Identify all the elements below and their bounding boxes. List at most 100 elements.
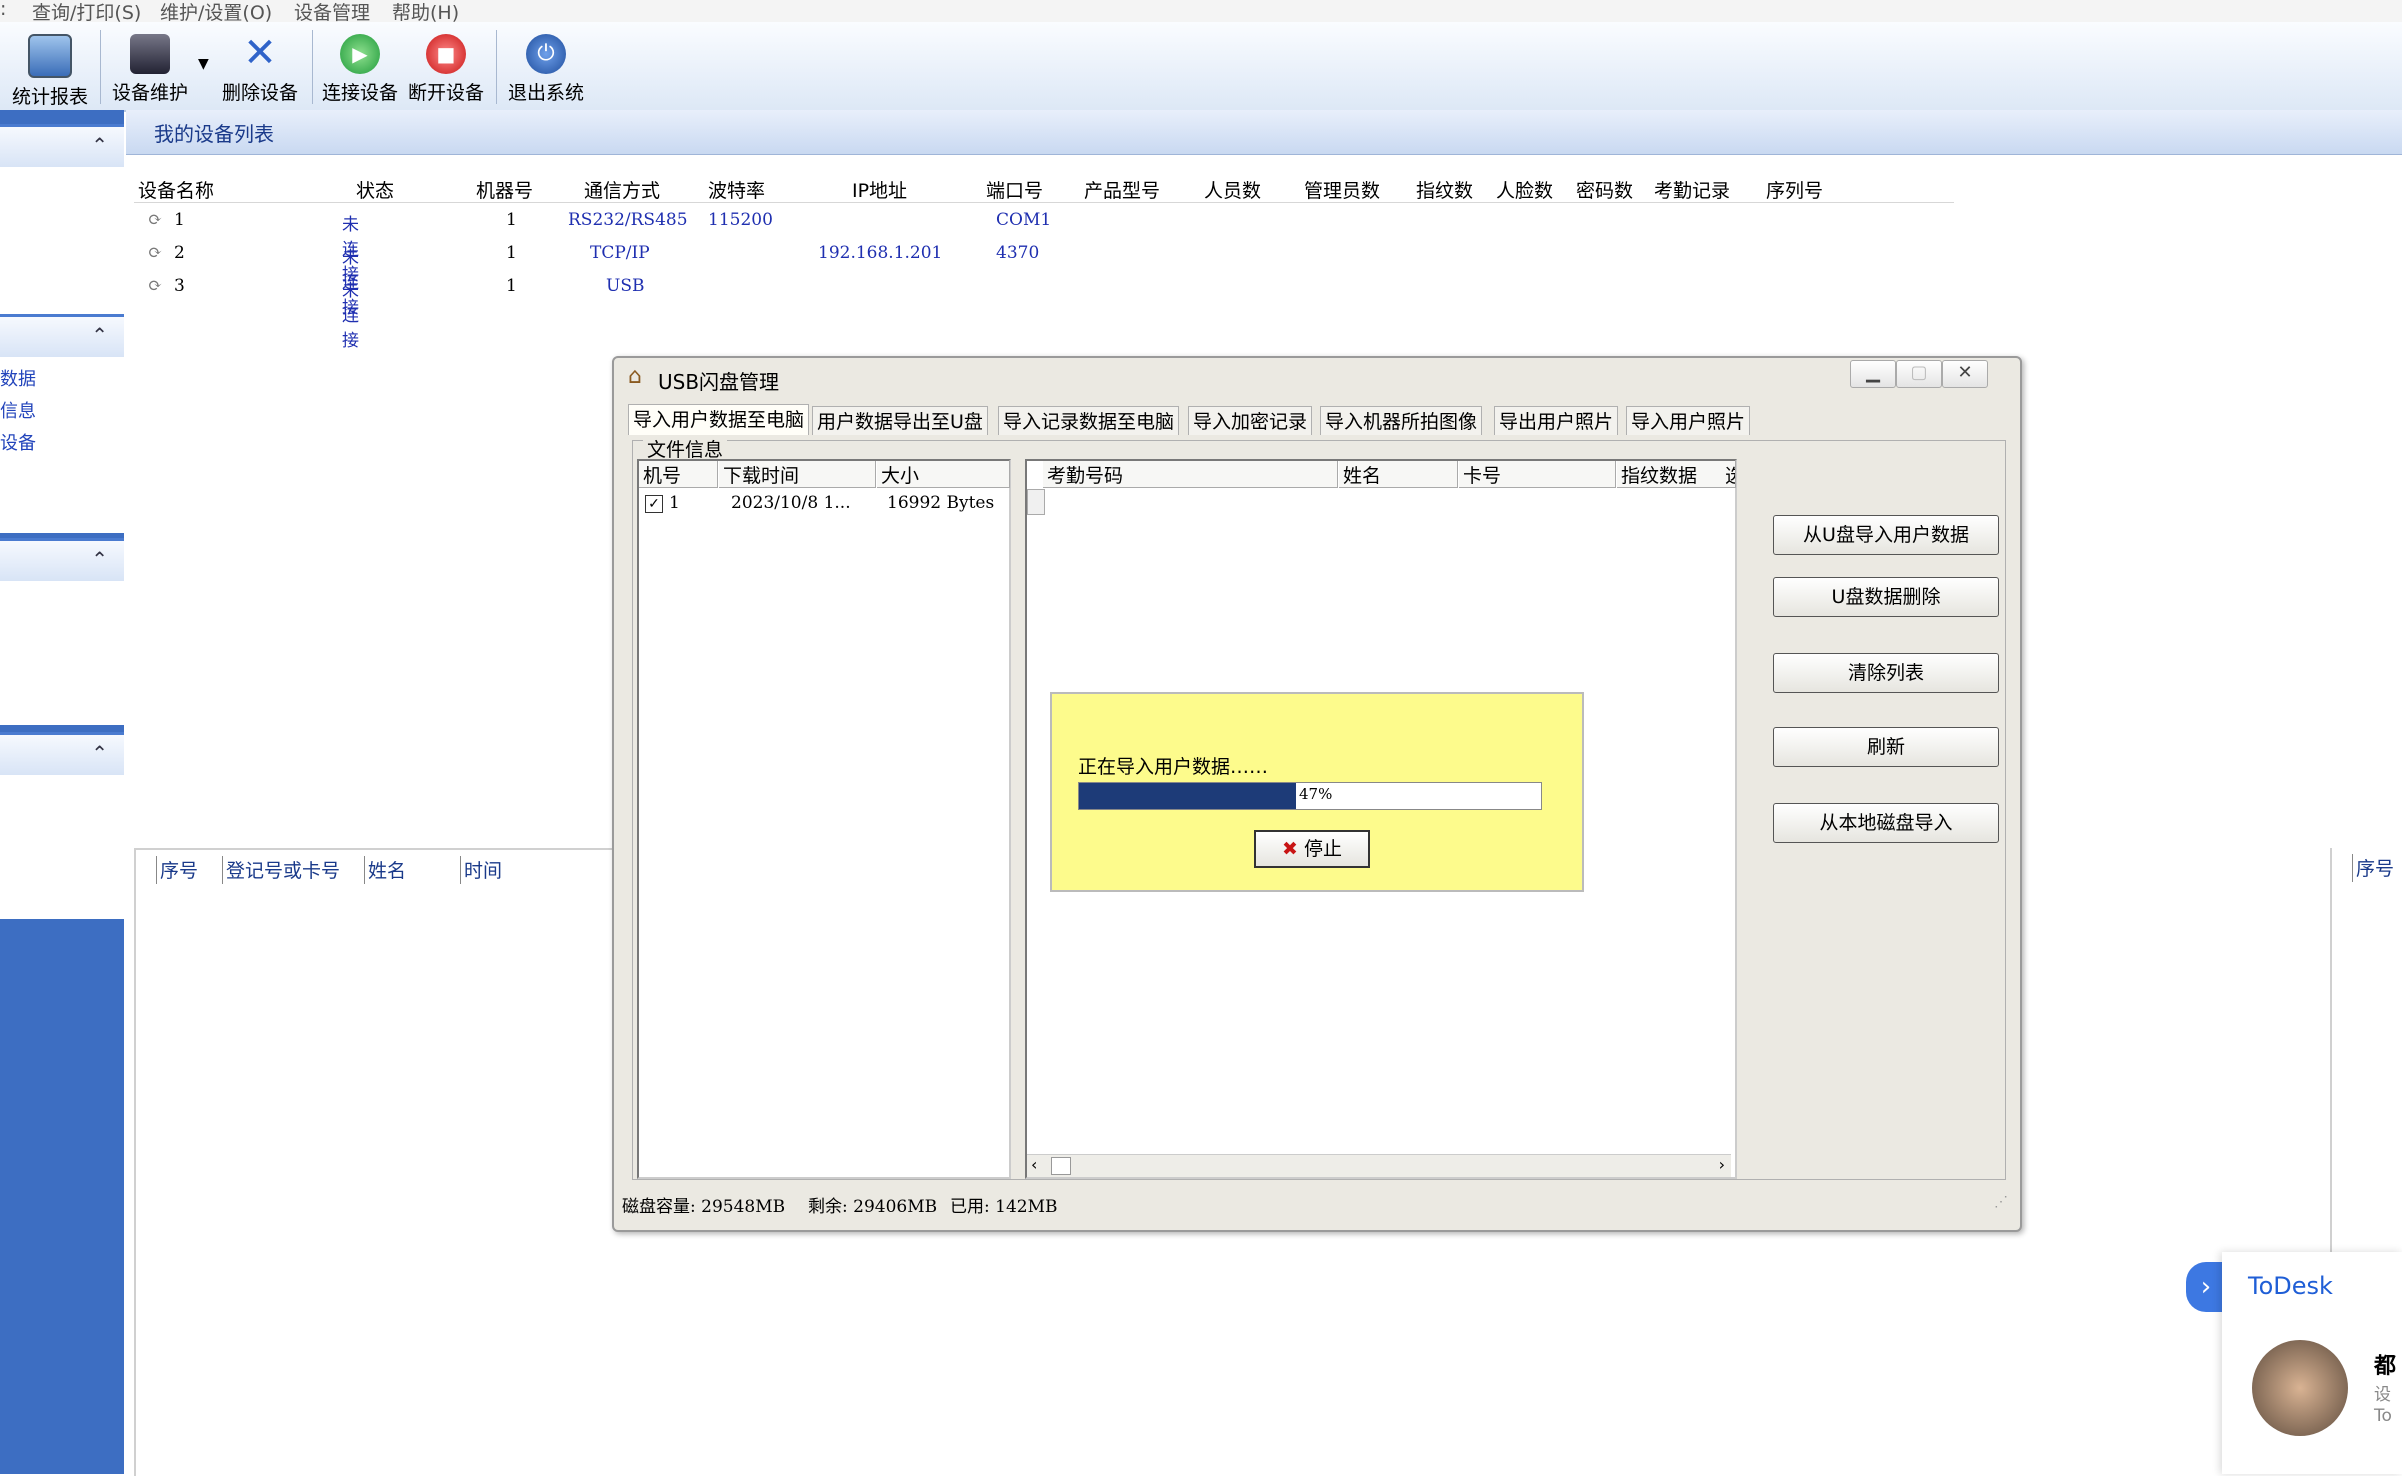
left-link-info[interactable]: 信息 bbox=[0, 397, 36, 423]
col-status[interactable]: 状态 bbox=[356, 176, 394, 203]
disconnect-device-button[interactable]: ■ 断开设备 bbox=[400, 30, 492, 108]
col-fingerprints[interactable]: 指纹数 bbox=[1416, 176, 1473, 203]
delete-usb-data-button[interactable]: U盘数据删除 bbox=[1773, 577, 1999, 617]
col-fingerprint-data[interactable]: 指纹数据 bbox=[1617, 461, 1722, 488]
device-port: COM1 bbox=[996, 210, 1052, 230]
tab-import-encrypted[interactable]: 导入加密记录 bbox=[1188, 406, 1313, 435]
toolbar-separator bbox=[496, 30, 497, 104]
resize-grip-icon[interactable]: ⋰ bbox=[1994, 1194, 2008, 1210]
col-size[interactable]: 大小 bbox=[877, 461, 1010, 488]
col-faces[interactable]: 人脸数 bbox=[1496, 176, 1553, 203]
stop-button[interactable]: ✖ 停止 bbox=[1254, 830, 1370, 868]
todesk-line1: 设 bbox=[2374, 1385, 2391, 1405]
scroll-right-icon[interactable]: › bbox=[1719, 1155, 1725, 1174]
report-icon bbox=[28, 34, 72, 78]
report-label: 统计报表 bbox=[11, 86, 88, 108]
todesk-line2: To bbox=[2374, 1406, 2392, 1426]
chevron-up-icon[interactable]: ⌃ bbox=[91, 547, 108, 571]
col-reg-card[interactable]: 登记号或卡号 bbox=[222, 856, 340, 884]
panel-header-4[interactable]: ⌃ bbox=[0, 732, 124, 775]
device-comm: USB bbox=[606, 276, 645, 296]
stop-x-icon: ✖ bbox=[1282, 838, 1298, 860]
chevron-up-icon[interactable]: ⌃ bbox=[91, 133, 108, 157]
import-local-disk-button[interactable]: 从本地磁盘导入 bbox=[1773, 803, 1999, 843]
col-username[interactable]: 姓名 bbox=[364, 856, 406, 884]
row-selector[interactable] bbox=[1027, 489, 1045, 515]
dialog-title-bar: ⌂ USB闪盘管理 ▁ ▢ ✕ bbox=[614, 358, 2020, 398]
report-button[interactable]: 统计报表 bbox=[4, 30, 96, 108]
col-admins[interactable]: 管理员数 bbox=[1304, 176, 1380, 203]
minimize-button[interactable]: ▁ bbox=[1850, 360, 1896, 388]
import-from-usb-button[interactable]: 从U盘导入用户数据 bbox=[1773, 515, 1999, 555]
panel-section-3 bbox=[0, 581, 124, 725]
dialog-title: USB闪盘管理 bbox=[658, 370, 780, 394]
progress-popup: 正在导入用户数据…… 47% ✖ 停止 bbox=[1050, 692, 1584, 892]
col-name[interactable]: 姓名 bbox=[1339, 461, 1458, 488]
tab-import-images[interactable]: 导入机器所拍图像 bbox=[1320, 406, 1483, 435]
checkbox[interactable]: ✓ bbox=[645, 495, 663, 513]
scroll-left-icon[interactable]: ‹ bbox=[1031, 1155, 1037, 1174]
toolbar: 统计报表 设备维护 ▼ ✕ 删除设备 ▶ 连接设备 ■ 断开设备 ⏻ 退出系统 bbox=[0, 22, 2402, 112]
col-machine[interactable]: 机器号 bbox=[476, 176, 533, 203]
scroll-thumb[interactable] bbox=[1051, 1157, 1071, 1175]
disk-free: 剩余: 29406MB bbox=[808, 1197, 938, 1217]
device-maintain-button[interactable]: 设备维护 bbox=[104, 30, 196, 108]
close-button[interactable]: ✕ bbox=[1942, 360, 1988, 388]
clear-list-button[interactable]: 清除列表 bbox=[1773, 653, 1999, 693]
col-ip[interactable]: IP地址 bbox=[852, 176, 907, 203]
connect-device-button[interactable]: ▶ 连接设备 bbox=[314, 30, 406, 108]
tab-import-records[interactable]: 导入记录数据至电脑 bbox=[998, 406, 1180, 435]
device-name: 3 bbox=[174, 276, 185, 296]
chevron-up-icon[interactable]: ⌃ bbox=[91, 741, 108, 765]
tab-export-photos[interactable]: 导出用户照片 bbox=[1494, 406, 1619, 435]
col-card[interactable]: 卡号 bbox=[1459, 461, 1616, 488]
page-title: 我的设备列表 bbox=[154, 122, 274, 146]
col-seq-right[interactable]: 序号 bbox=[2352, 854, 2394, 882]
device-list-title-bar: 我的设备列表 bbox=[126, 110, 2402, 155]
todesk-expand-button[interactable]: › bbox=[2186, 1262, 2226, 1312]
col-attendance-no[interactable]: 考勤号码 bbox=[1043, 461, 1338, 488]
col-name[interactable]: 设备名称 bbox=[138, 176, 214, 203]
chevron-up-icon[interactable]: ⌃ bbox=[91, 323, 108, 347]
delete-device-button[interactable]: ✕ 删除设备 bbox=[214, 30, 306, 108]
stop-label: 停止 bbox=[1303, 838, 1342, 860]
progress-percent: 47% bbox=[1299, 785, 1333, 803]
col-port[interactable]: 端口号 bbox=[986, 176, 1043, 203]
power-icon: ⏻ bbox=[526, 34, 566, 74]
row-size: 16992 Bytes bbox=[887, 493, 995, 513]
exit-button[interactable]: ⏻ 退出系统 bbox=[500, 30, 592, 108]
list-item[interactable]: ✓ 1 2023/10/8 1... 16992 Bytes bbox=[645, 493, 1005, 519]
col-machine-no[interactable]: 机号 bbox=[639, 461, 718, 488]
col-model[interactable]: 产品型号 bbox=[1084, 176, 1160, 203]
stop-icon: ■ bbox=[426, 34, 466, 74]
col-users[interactable]: 人员数 bbox=[1204, 176, 1261, 203]
panel-header-2[interactable]: ⌃ bbox=[0, 314, 124, 357]
panel-header-1[interactable]: ⌃ bbox=[0, 124, 124, 167]
dropdown-arrow-icon[interactable]: ▼ bbox=[198, 56, 209, 72]
tab-import-photos[interactable]: 导入用户照片 bbox=[1626, 406, 1751, 435]
col-attendance[interactable]: 考勤记录 bbox=[1654, 176, 1730, 203]
maximize-button[interactable]: ▢ bbox=[1896, 360, 1942, 388]
refresh-icon: ⟳ bbox=[148, 276, 163, 296]
menu-edge: : bbox=[0, 0, 7, 20]
horizontal-scrollbar[interactable]: ‹ › bbox=[1027, 1154, 1731, 1177]
device-maintain-label: 设备维护 bbox=[111, 82, 188, 104]
col-serial[interactable]: 序列号 bbox=[1766, 176, 1823, 203]
tab-import-users[interactable]: 导入用户数据至电脑 bbox=[628, 404, 810, 435]
left-link-device[interactable]: 设备 bbox=[0, 429, 36, 455]
col-time[interactable]: 时间 bbox=[460, 856, 502, 884]
col-baud[interactable]: 波特率 bbox=[708, 176, 765, 203]
avatar bbox=[2252, 1340, 2348, 1436]
panel-header-3[interactable]: ⌃ bbox=[0, 538, 124, 581]
col-seq[interactable]: 序号 bbox=[156, 856, 198, 884]
refresh-icon: ⟳ bbox=[148, 210, 163, 230]
tab-export-users[interactable]: 用户数据导出至U盘 bbox=[812, 406, 988, 435]
refresh-button[interactable]: 刷新 bbox=[1773, 727, 1999, 767]
col-comm[interactable]: 通信方式 bbox=[584, 176, 660, 203]
device-name: 1 bbox=[174, 210, 185, 230]
col-download-time[interactable]: 下载时间 bbox=[719, 461, 876, 488]
col-passwords[interactable]: 密码数 bbox=[1576, 176, 1633, 203]
row-time: 2023/10/8 1... bbox=[731, 493, 851, 513]
col-select[interactable]: 选 bbox=[1721, 461, 1736, 488]
left-link-data[interactable]: 数据 bbox=[0, 365, 36, 391]
